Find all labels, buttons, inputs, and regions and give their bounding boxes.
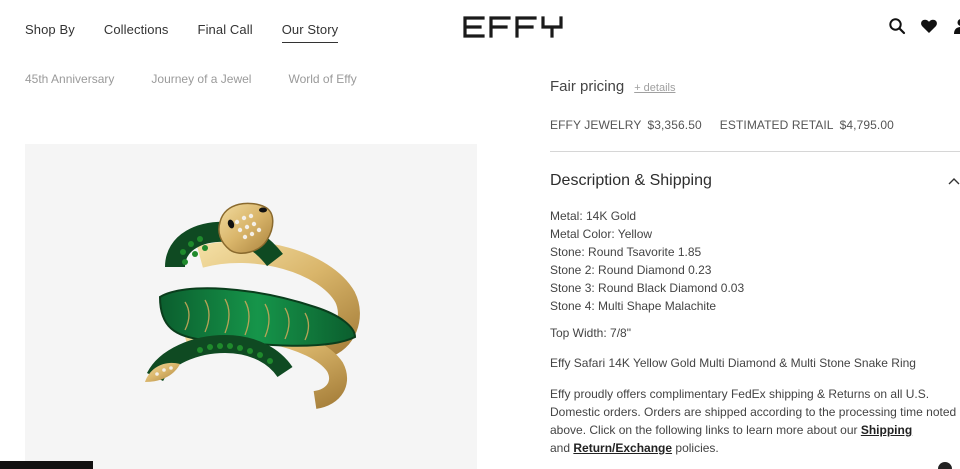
chat-bubble-icon[interactable] (938, 462, 952, 469)
estimated-retail-label: ESTIMATED RETAIL (719, 118, 834, 132)
effy-logo[interactable] (463, 16, 563, 38)
details-link[interactable]: + details (634, 82, 675, 94)
shipping-info: Effy proudly offers complimentary FedEx … (550, 385, 960, 457)
main-nav: Shop By Collections Final Call Our Story (25, 22, 339, 43)
spec-stone-3: Stone 3: Round Black Diamond 0.03 (550, 281, 745, 295)
section-divider (550, 151, 960, 152)
spec-metal-color: Metal Color: Yellow (550, 227, 653, 241)
spec-list: Metal: 14K Gold Metal Color: Yellow Ston… (550, 207, 744, 315)
header-icons (888, 17, 960, 35)
shipping-link[interactable]: Shipping (861, 423, 912, 437)
product-name: Effy Safari 14K Yellow Gold Multi Diamon… (550, 356, 916, 370)
subnav-journey-of-a-jewel[interactable]: Journey of a Jewel (151, 72, 251, 86)
our-story-subnav: 45th Anniversary Journey of a Jewel Worl… (0, 62, 480, 144)
spec-stone-2: Stone 2: Round Diamond 0.23 (550, 263, 712, 277)
fair-pricing-row: Fair pricing + details (550, 78, 675, 95)
fair-pricing-label: Fair pricing (550, 78, 625, 95)
shipping-end-text: policies. (672, 441, 719, 455)
nav-shop-by[interactable]: Shop By (25, 22, 75, 37)
spec-stone: Stone: Round Tsavorite 1.85 (550, 245, 702, 259)
spec-metal: Metal: 14K Gold (550, 209, 637, 223)
effy-price: $3,356.50 (647, 118, 702, 132)
subnav-45th-anniversary[interactable]: 45th Anniversary (25, 72, 114, 86)
nav-final-call[interactable]: Final Call (198, 22, 253, 37)
return-exchange-link[interactable]: Return/Exchange (573, 441, 672, 455)
search-icon[interactable] (888, 17, 906, 35)
chevron-up-icon[interactable] (948, 176, 960, 186)
description-shipping-title[interactable]: Description & Shipping (550, 172, 712, 190)
shipping-and-word: and (550, 441, 574, 455)
effy-jewelry-label: EFFY JEWELRY (550, 118, 642, 132)
spec-stone-4: Stone 4: Multi Shape Malachite (550, 299, 717, 313)
subnav-world-of-effy[interactable]: World of Effy (288, 72, 356, 86)
nav-collections[interactable]: Collections (104, 22, 169, 37)
retail-price: $4,795.00 (839, 118, 894, 132)
site-header: Shop By Collections Final Call Our Story (0, 0, 960, 62)
product-details: Fair pricing + details EFFY JEWELRY $3,3… (550, 0, 960, 469)
price-comparison: EFFY JEWELRY $3,356.50 ESTIMATED RETAIL … (550, 118, 894, 132)
account-icon[interactable] (952, 17, 960, 35)
dark-corner-bar (0, 461, 93, 469)
nav-our-story[interactable]: Our Story (281, 22, 339, 43)
heart-icon[interactable] (920, 17, 938, 35)
top-width: Top Width: 7/8" (550, 326, 631, 340)
